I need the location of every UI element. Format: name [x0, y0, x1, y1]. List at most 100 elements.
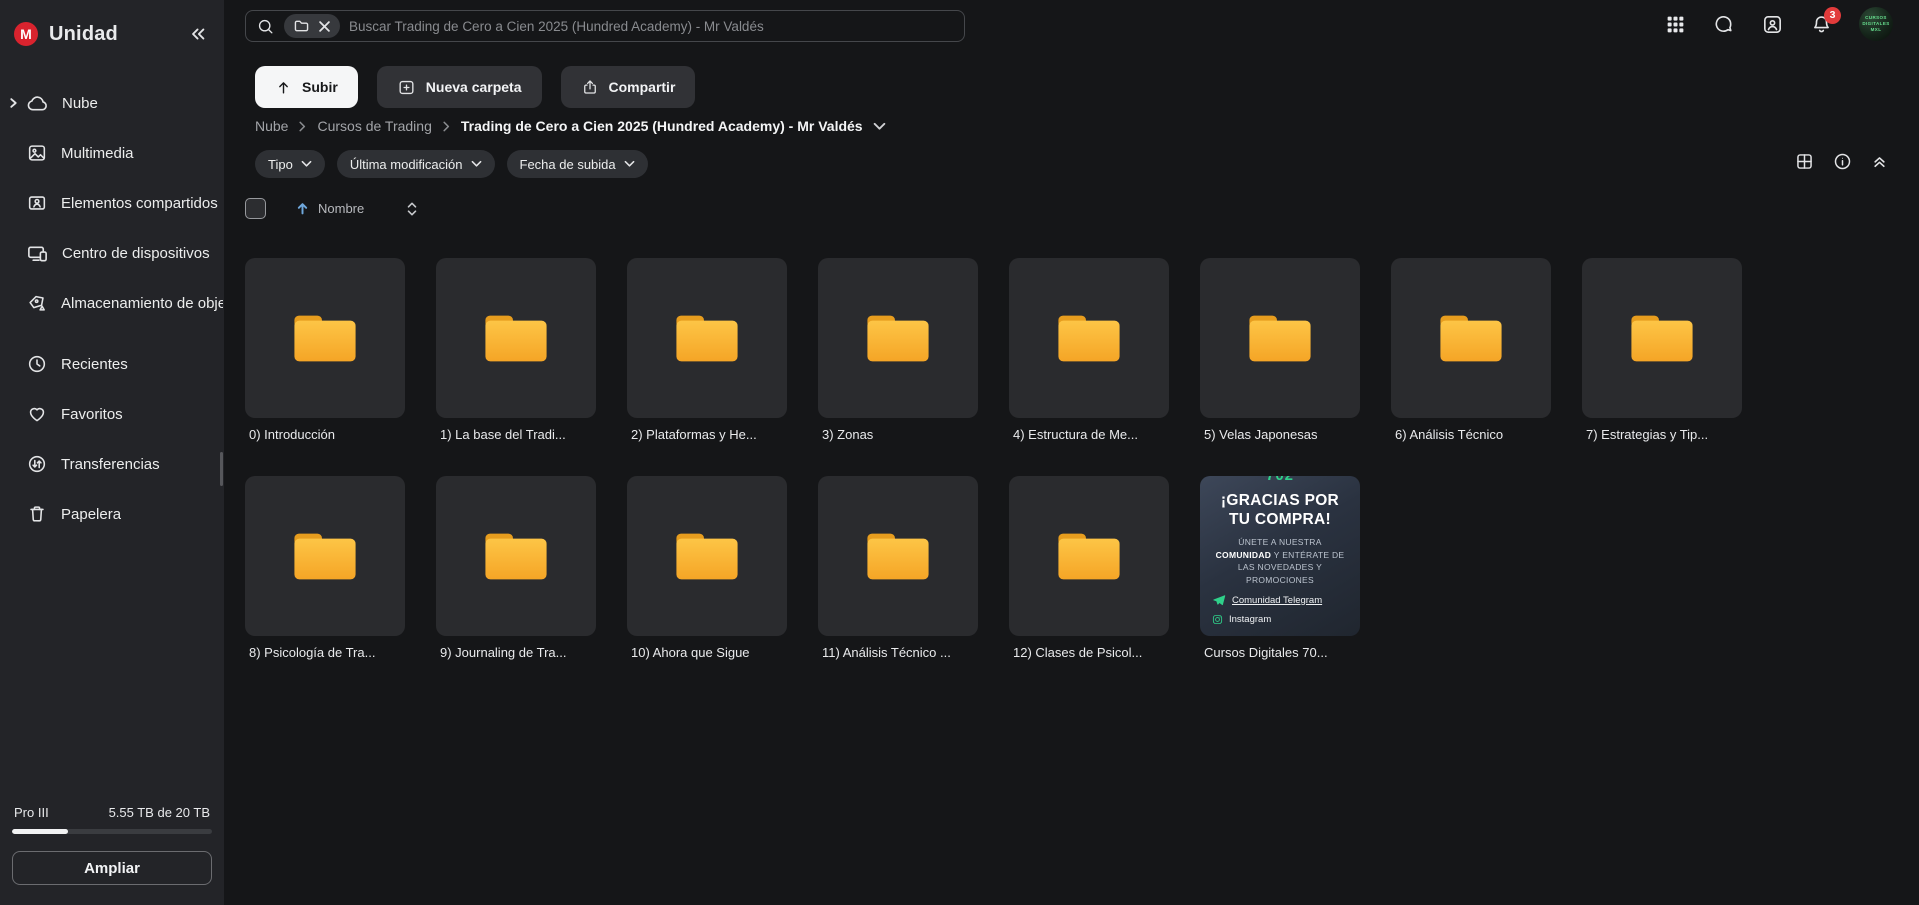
file-name: 8) Psicología de Tra...: [245, 645, 405, 660]
cloud-icon: [26, 92, 49, 115]
folder-icon: [674, 530, 740, 583]
sidebar-item-multimedia[interactable]: Multimedia: [0, 128, 224, 178]
folder-tile[interactable]: [818, 476, 978, 636]
sidebar-item-favoritos[interactable]: Favoritos: [0, 389, 224, 439]
chevron-right-icon[interactable]: [8, 98, 19, 109]
sidebar-item-recientes[interactable]: Recientes: [0, 339, 224, 389]
clear-scope-icon[interactable]: [319, 21, 330, 32]
transfers-icon: [26, 453, 48, 475]
file-name: 10) Ahora que Sigue: [627, 645, 787, 660]
folder-icon: [1056, 530, 1122, 583]
folder-tile[interactable]: [1009, 258, 1169, 418]
breadcrumb-root[interactable]: Nube: [255, 118, 288, 134]
file-card-folder[interactable]: 3) Zonas: [818, 258, 978, 442]
sidebar-item-label: Transferencias: [61, 456, 160, 473]
upload-button[interactable]: Subir: [255, 66, 358, 108]
notifications-button[interactable]: 3: [1810, 13, 1833, 36]
sidebar-item-label: Almacenamiento de objetos: [61, 295, 223, 312]
instagram-link: Instagram: [1212, 614, 1360, 625]
collapse-panel-button[interactable]: [1870, 152, 1889, 171]
sort-ascending-icon[interactable]: [296, 202, 309, 215]
sidebar-item-papelera[interactable]: Papelera: [0, 489, 224, 539]
search-bar[interactable]: [245, 10, 965, 42]
file-card-folder[interactable]: 4) Estructura de Me...: [1009, 258, 1169, 442]
sidebar-item-elementos-compartidos[interactable]: Elementos compartidos: [0, 178, 224, 228]
sidebar-collapse-button[interactable]: [186, 22, 210, 46]
grid-view-button[interactable]: [1794, 151, 1815, 172]
apps-grid-button[interactable]: [1665, 14, 1686, 35]
folder-icon: [292, 530, 358, 583]
file-card-folder[interactable]: 8) Psicología de Tra...: [245, 476, 405, 660]
file-grid: 0) Introducción 1) La base del Tradi... …: [245, 258, 1742, 660]
file-card-folder[interactable]: 2) Plataformas y He...: [627, 258, 787, 442]
filter-ultima-modificacion[interactable]: Última modificación: [337, 150, 495, 178]
file-card-folder[interactable]: 5) Velas Japonesas: [1200, 258, 1360, 442]
object-storage-icon: [26, 292, 48, 314]
folder-tile[interactable]: [436, 476, 596, 636]
search-icon: [256, 17, 275, 36]
upgrade-button[interactable]: Ampliar: [12, 851, 212, 885]
folder-tile[interactable]: [436, 258, 596, 418]
folder-icon: [1629, 312, 1695, 365]
view-controls: [1794, 151, 1889, 172]
filter-fecha-subida[interactable]: Fecha de subida: [507, 150, 648, 178]
storage-progress-fill: [12, 829, 68, 834]
breadcrumb-parent[interactable]: Cursos de Trading: [317, 118, 431, 134]
folder-tile[interactable]: [627, 476, 787, 636]
mega-logo-icon[interactable]: M: [14, 22, 38, 46]
filter-tipo[interactable]: Tipo: [255, 150, 325, 178]
folder-icon: [865, 530, 931, 583]
info-button[interactable]: [1832, 151, 1853, 172]
grid-view-icon: [1794, 151, 1815, 172]
sidebar-scrollbar-thumb[interactable]: [220, 452, 223, 486]
folder-tile[interactable]: [1391, 258, 1551, 418]
file-card-folder[interactable]: 1) La base del Tradi...: [436, 258, 596, 442]
apps-grid-icon: [1665, 14, 1686, 35]
file-card-folder[interactable]: 12) Clases de Psicol...: [1009, 476, 1169, 660]
file-card-folder[interactable]: 6) Análisis Técnico: [1391, 258, 1551, 442]
search-scope-chip[interactable]: [284, 14, 340, 38]
chat-button[interactable]: [1712, 13, 1735, 36]
file-name: 7) Estrategias y Tip...: [1582, 427, 1742, 442]
sidebar-item-transferencias[interactable]: Transferencias: [0, 439, 224, 489]
new-folder-button[interactable]: Nueva carpeta: [377, 66, 542, 108]
select-all-checkbox[interactable]: [245, 198, 266, 219]
folder-tile[interactable]: [1200, 258, 1360, 418]
file-name: 6) Análisis Técnico: [1391, 427, 1551, 442]
thumb-title: ¡GRACIAS POR TU COMPRA!: [1200, 491, 1360, 530]
file-card-folder[interactable]: 10) Ahora que Sigue: [627, 476, 787, 660]
sidebar-item-label: Recientes: [61, 356, 128, 373]
folder-tile[interactable]: [1582, 258, 1742, 418]
folder-tile[interactable]: [245, 258, 405, 418]
sidebar-item-almacenamiento-objetos[interactable]: Almacenamiento de objetos: [0, 278, 224, 328]
sidebar-item-label: Favoritos: [61, 406, 123, 423]
file-card-image[interactable]: 702 ¡GRACIAS POR TU COMPRA! ÚNETE A NUES…: [1200, 476, 1360, 660]
chevron-down-icon[interactable]: [873, 122, 886, 131]
folder-tile[interactable]: [818, 258, 978, 418]
folder-tile[interactable]: [627, 258, 787, 418]
folder-tile[interactable]: [1009, 476, 1169, 636]
sort-toggle-icon[interactable]: [406, 201, 418, 217]
image-thumbnail[interactable]: 702 ¡GRACIAS POR TU COMPRA! ÚNETE A NUES…: [1200, 476, 1360, 636]
chevron-down-icon: [301, 160, 312, 168]
file-card-folder[interactable]: 0) Introducción: [245, 258, 405, 442]
breadcrumb: Nube Cursos de Trading Trading de Cero a…: [255, 118, 886, 134]
file-name: 4) Estructura de Me...: [1009, 427, 1169, 442]
sidebar-item-centro-dispositivos[interactable]: Centro de dispositivos: [0, 228, 224, 278]
avatar-text: CURSOS DIGITALES MXL: [1859, 15, 1893, 33]
file-name: Cursos Digitales 70...: [1200, 645, 1360, 660]
sidebar-item-nube[interactable]: Nube: [0, 78, 224, 128]
file-card-folder[interactable]: 11) Análisis Técnico ...: [818, 476, 978, 660]
upload-arrow-icon: [275, 79, 292, 96]
share-button[interactable]: Compartir: [561, 66, 696, 108]
app-title: Unidad: [49, 23, 118, 46]
search-input[interactable]: [349, 19, 954, 34]
file-card-folder[interactable]: 9) Journaling de Tra...: [436, 476, 596, 660]
file-card-folder[interactable]: 7) Estrategias y Tip...: [1582, 258, 1742, 442]
avatar[interactable]: CURSOS DIGITALES MXL: [1859, 7, 1893, 41]
contacts-button[interactable]: [1761, 13, 1784, 36]
breadcrumb-current[interactable]: Trading de Cero a Cien 2025 (Hundred Aca…: [461, 118, 863, 134]
sort-column-label[interactable]: Nombre: [318, 201, 364, 216]
folder-icon: [1056, 312, 1122, 365]
folder-tile[interactable]: [245, 476, 405, 636]
